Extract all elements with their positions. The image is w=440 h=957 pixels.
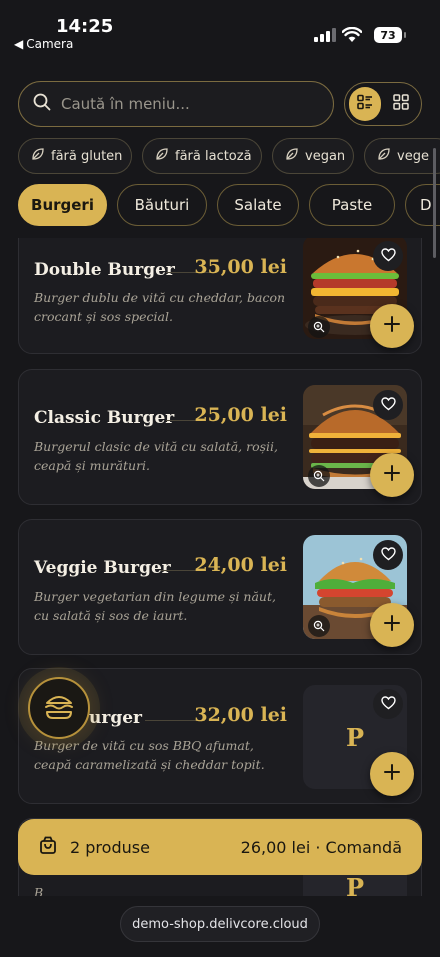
item-name: Double Burger — [34, 260, 175, 280]
item-description: Burger de vită cu sos BBQ afumat, ceapă … — [34, 738, 265, 772]
heart-icon — [380, 247, 396, 266]
favorite-button[interactable] — [373, 241, 403, 271]
filter-chip-gluten-free[interactable]: fără gluten — [18, 138, 132, 174]
item-description: Burger vegetarian din legume și năut, cu… — [34, 589, 276, 623]
heart-icon — [380, 396, 396, 415]
item-price: 24,00 lei — [194, 554, 287, 576]
menu-item-card[interactable]: Double Burger 35,00 lei Burger dublu de … — [18, 238, 422, 354]
view-toggle — [344, 82, 422, 126]
filter-chip-label: fără gluten — [51, 148, 123, 164]
leaf-icon — [377, 147, 391, 165]
tab-paste[interactable]: Paste — [309, 184, 395, 226]
item-name: Classic Burger — [34, 408, 175, 428]
item-description: B — [34, 885, 44, 896]
item-name: urger — [89, 708, 142, 728]
leaf-icon — [285, 147, 299, 165]
item-name: Veggie Burger — [34, 558, 171, 578]
cart-total-order: 26,00 lei · Comandă — [240, 837, 402, 857]
plus-icon — [384, 764, 400, 784]
item-price: 35,00 lei — [194, 256, 287, 278]
grid-view-icon — [393, 94, 409, 114]
favorite-button[interactable] — [373, 540, 403, 570]
zoom-icon — [313, 467, 325, 486]
leaf-icon — [155, 147, 169, 165]
search-input[interactable] — [61, 95, 301, 113]
search-icon — [33, 93, 51, 115]
floating-menu-button[interactable] — [28, 677, 90, 739]
dietary-filter-row: fără gluten fără lactoză vegan vege — [18, 138, 440, 174]
shopping-bag-icon — [38, 835, 58, 859]
cart-bar[interactable]: 2 produse 26,00 lei · Comandă — [18, 819, 422, 875]
plus-icon — [384, 465, 400, 485]
add-to-cart-button[interactable] — [370, 304, 414, 348]
filter-chip-vegetarian[interactable]: vege — [364, 138, 440, 174]
menu-item-card[interactable]: Veggie Burger 24,00 lei Burger vegetaria… — [18, 519, 422, 655]
zoom-icon — [313, 318, 325, 337]
filter-chip-vegan[interactable]: vegan — [272, 138, 354, 174]
wifi-icon — [341, 26, 363, 47]
browser-url-bar[interactable]: demo-shop.delivcore.cloud — [120, 906, 320, 942]
item-price: 32,00 lei — [194, 704, 287, 726]
item-description: Burgerul clasic de vită cu salată, roșii… — [34, 439, 278, 473]
tab-burgeri[interactable]: Burgeri — [18, 184, 107, 226]
battery-indicator: 73 — [374, 27, 406, 43]
back-app-label: Camera — [26, 37, 74, 51]
filter-chip-label: vegan — [305, 148, 346, 164]
zoom-button[interactable] — [308, 316, 330, 338]
heart-icon — [380, 546, 396, 565]
status-bar: 14:25 ◀ Camera 73 — [0, 0, 440, 58]
favorite-button[interactable] — [373, 689, 403, 719]
item-description: Burger dublu de vită cu cheddar, bacon c… — [34, 290, 286, 324]
add-to-cart-button[interactable] — [370, 752, 414, 796]
zoom-button[interactable] — [308, 615, 330, 637]
leaf-icon — [31, 147, 45, 165]
tab-salate[interactable]: Salate — [217, 184, 299, 226]
grid-view-button[interactable] — [385, 87, 417, 121]
zoom-button[interactable] — [308, 465, 330, 487]
favorite-button[interactable] — [373, 390, 403, 420]
plus-icon — [384, 615, 400, 635]
filter-chip-lactose-free[interactable]: fără lactoză — [142, 138, 262, 174]
filter-chip-label: fără lactoză — [175, 148, 252, 164]
zoom-icon — [313, 617, 325, 636]
plus-icon — [384, 316, 400, 336]
list-view-button[interactable] — [349, 87, 381, 121]
back-to-app-link[interactable]: ◀ Camera — [14, 37, 73, 51]
signal-icon — [314, 28, 336, 42]
add-to-cart-button[interactable] — [370, 453, 414, 497]
cart-count: 2 produse — [70, 837, 150, 857]
menu-list: Double Burger 35,00 lei Burger dublu de … — [0, 238, 440, 896]
list-view-icon — [357, 94, 373, 114]
back-triangle-icon: ◀ — [14, 37, 24, 51]
heart-icon — [380, 695, 396, 714]
status-time: 14:25 — [56, 16, 114, 37]
category-tabs: Burgeri Băuturi Salate Paste D — [18, 184, 440, 226]
item-price: 25,00 lei — [194, 404, 287, 426]
burger-icon — [43, 691, 75, 725]
menu-item-card[interactable]: Classic Burger 25,00 lei Burgerul clasic… — [18, 369, 422, 505]
search-bar[interactable] — [18, 81, 334, 127]
tab-bauturi[interactable]: Băuturi — [117, 184, 207, 226]
add-to-cart-button[interactable] — [370, 603, 414, 647]
filter-chip-label: vege — [397, 148, 429, 164]
